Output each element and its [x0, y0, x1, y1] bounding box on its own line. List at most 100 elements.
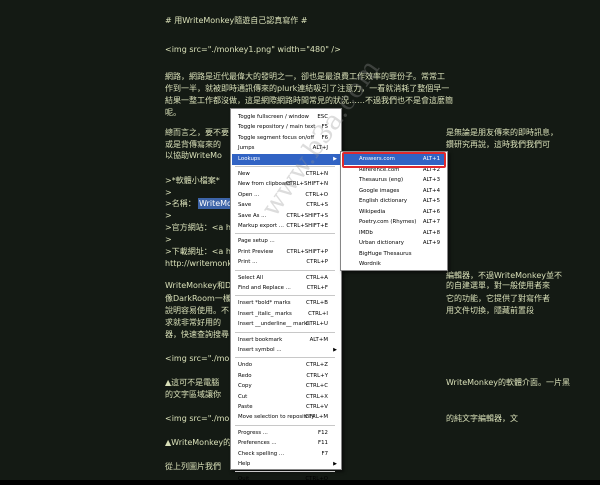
menu-item-shortcut: CTRL+F — [306, 285, 328, 291]
submenu-item-google-images[interactable]: Google images ALT+4 — [342, 186, 446, 197]
submenu-item-label: English dictionary — [359, 198, 408, 204]
menu-item-label: Save As ... — [238, 212, 267, 219]
menu-separator — [235, 357, 335, 359]
menu-item-label: Preferences ... — [238, 440, 277, 447]
menu-item-shortcut: CTRL+SHIFT+S — [286, 212, 328, 219]
menu-item-label: Copy — [238, 383, 252, 390]
submenu-item-label: Wordnik — [359, 261, 381, 267]
menu-item-shortcut: F7 — [321, 450, 328, 457]
menu-item-paste[interactable]: Paste CTRL+V — [232, 402, 340, 413]
menu-item-shortcut: CTRL+A — [305, 274, 328, 281]
submenu-item-shortcut: ALT+6 — [422, 208, 440, 215]
menu-item-shortcut: CTRL+SHIFT+E — [286, 223, 328, 229]
submenu-item-thesaurus-eng[interactable]: Thesaurus (eng) ALT+3 — [342, 175, 446, 186]
submenu-item-label: Thesaurus (eng) — [359, 177, 404, 183]
menu-item-preferences[interactable]: Preferences ... F11 — [232, 438, 340, 449]
menu-item-shortcut: CTRL+Z — [305, 362, 328, 369]
menu-item-shortcut: ALT+M — [309, 336, 328, 343]
menu-item-insert-bookmark[interactable]: Insert bookmark ALT+M — [232, 335, 340, 346]
menu-item-label: Insert __underline__ marks — [238, 321, 310, 328]
editor-line-fragment: 用文件切換，隱藏前置段 — [446, 306, 534, 315]
menu-item-label: Print Preview — [238, 248, 274, 255]
submenu-item-bighuge-thesaurus[interactable]: BigHuge Thesaurus — [342, 249, 446, 260]
submenu-item-shortcut: ALT+8 — [422, 229, 440, 236]
menu-item-markup-export[interactable]: Markup export ... CTRL+SHIFT+E — [232, 221, 340, 232]
menu-item-check-spelling[interactable]: Check spelling ... F7 — [232, 449, 340, 460]
menu-item-insert-bold-marks[interactable]: Insert *bold* marks CTRL+B — [232, 298, 340, 309]
menu-item-label: Check spelling ... — [238, 450, 285, 457]
menu-item-label: Move selection to repository — [238, 414, 315, 421]
menu-separator — [235, 269, 335, 271]
menu-item-label: Print ... — [238, 259, 258, 266]
lookups-submenu: Answers.com ALT+1 Reference.com ALT+2 Thesau… — [340, 151, 448, 271]
menu-item-label: Markup export ... — [238, 223, 284, 229]
menu-item-cut[interactable]: Cut CTRL+X — [232, 392, 340, 403]
menu-item-find-and-replace[interactable]: Find and Replace ... CTRL+F — [232, 283, 340, 294]
submenu-item-shortcut: ALT+9 — [422, 240, 440, 246]
submenu-item-label: Wikipedia — [359, 208, 386, 215]
submenu-item-shortcut: ALT+5 — [422, 198, 440, 204]
submenu-item-wordnik[interactable]: Wordnik — [342, 259, 446, 270]
menu-item-redo[interactable]: Redo CTRL+Y — [232, 371, 340, 382]
submenu-item-label: BigHuge Thesaurus — [359, 250, 412, 257]
menu-item-label: New — [238, 171, 250, 177]
submenu-item-shortcut: ALT+3 — [422, 177, 440, 183]
submenu-item-label: IMDb — [359, 229, 373, 236]
menu-item-label: Page setup ... — [238, 238, 275, 245]
menu-item-undo[interactable]: Undo CTRL+Z — [232, 360, 340, 371]
submenu-item-english-dictionary[interactable]: English dictionary ALT+5 — [342, 196, 446, 207]
editor-line: <img src="./monkey1.png" width="480" /> — [165, 45, 341, 54]
selected-text: WriteMo — [198, 198, 233, 209]
editor-line: 網路，網路是近代最偉大的發明之一，卻也是最浪費工作效率的罪份子。常常工 — [165, 72, 445, 81]
submenu-item-shortcut: ALT+7 — [422, 219, 440, 225]
menu-item-label: Jumps — [238, 145, 255, 152]
menu-item-shortcut: F11 — [318, 440, 328, 447]
editor-line: 作到一半，就被即時通訊傳來的plurk連結吸引了注意力，一看就消耗了整個早一 — [165, 84, 450, 93]
menu-item-label: Progress ... — [238, 429, 268, 436]
menu-item-move-selection-to-repository[interactable]: Move selection to repository CTRL+M — [232, 412, 340, 423]
editor-line-fragment: 它的功能，它提供了對寫作者 — [446, 294, 550, 303]
menu-item-label: Help — [238, 461, 251, 467]
menu-item-print[interactable]: Print ... CTRL+P — [232, 257, 340, 268]
submenu-item-poetry-com-rhymes[interactable]: Poetry.com (Rhymes) ALT+7 — [342, 217, 446, 228]
menu-item-insert-symbol[interactable]: Insert symbol ... ▶ — [232, 345, 340, 356]
editor-line: 結果一整工作都沒做，這是網際網路時間常見的狀況……不過我們也不是會這麼簡 — [165, 96, 453, 105]
menu-separator — [235, 471, 335, 473]
menu-item-label: Insert bookmark — [238, 336, 283, 343]
menu-item-shortcut: F12 — [318, 429, 328, 436]
menu-item-label: Save — [238, 202, 252, 209]
menu-item-insert-italic-marks[interactable]: Insert _italic_ marks CTRL+I — [232, 309, 340, 320]
menu-item-print-preview[interactable]: Print Preview CTRL+SHIFT+P — [232, 247, 340, 258]
menu-item-copy[interactable]: Copy CTRL+C — [232, 381, 340, 392]
menu-item-page-setup[interactable]: Page setup ... — [232, 236, 340, 247]
editor-line-fragment: WriteMonkey的軟體介面。一片黑 — [446, 378, 570, 387]
menu-item-shortcut: CTRL+O — [305, 191, 328, 198]
menu-item-shortcut: CTRL+I — [308, 310, 328, 317]
menu-item-shortcut: CTRL+B — [305, 300, 328, 307]
menu-item-help[interactable]: Help ▶ — [232, 459, 340, 470]
menu-item-insert-underline-marks[interactable]: Insert __underline__ marks CTRL+U — [232, 319, 340, 330]
menu-item-label: Insert *bold* marks — [238, 300, 291, 307]
menu-item-select-all[interactable]: Select All CTRL+A — [232, 273, 340, 284]
editor-line-fragment: 鑽研究再說，這時我們我們可 — [446, 140, 550, 149]
editor-line-fragment: 的純文字編輯器，文 — [446, 414, 518, 423]
submenu-item-shortcut: ALT+4 — [422, 187, 440, 194]
menu-item-shortcut: CTRL+SHIFT+P — [286, 248, 328, 255]
submenu-item-label: Google images — [359, 187, 400, 194]
menu-item-label: Undo — [238, 362, 253, 369]
menu-item-shortcut: CTRL+X — [305, 393, 328, 400]
menu-separator — [235, 331, 335, 333]
submenu-item-wikipedia[interactable]: Wikipedia ALT+6 — [342, 207, 446, 218]
menu-item-label: Open ... — [238, 191, 260, 198]
editor-line-fragment: 的自建選單，對一般使用者來 — [446, 281, 550, 290]
submenu-item-imdb[interactable]: IMDb ALT+8 — [342, 228, 446, 239]
menu-item-label: Find and Replace ... — [238, 285, 291, 291]
submenu-arrow-icon: ▶ — [333, 347, 337, 353]
menu-item-progress[interactable]: Progress ... F12 — [232, 428, 340, 439]
menu-item-shortcut: CTRL+C — [305, 383, 328, 390]
submenu-item-label: Urban dictionary — [359, 240, 404, 246]
menu-item-shortcut: CTRL+P — [306, 259, 328, 266]
submenu-item-urban-dictionary[interactable]: Urban dictionary ALT+9 — [342, 238, 446, 249]
menu-item-shortcut: CTRL+M — [305, 414, 328, 421]
submenu-arrow-icon: ▶ — [333, 461, 337, 467]
